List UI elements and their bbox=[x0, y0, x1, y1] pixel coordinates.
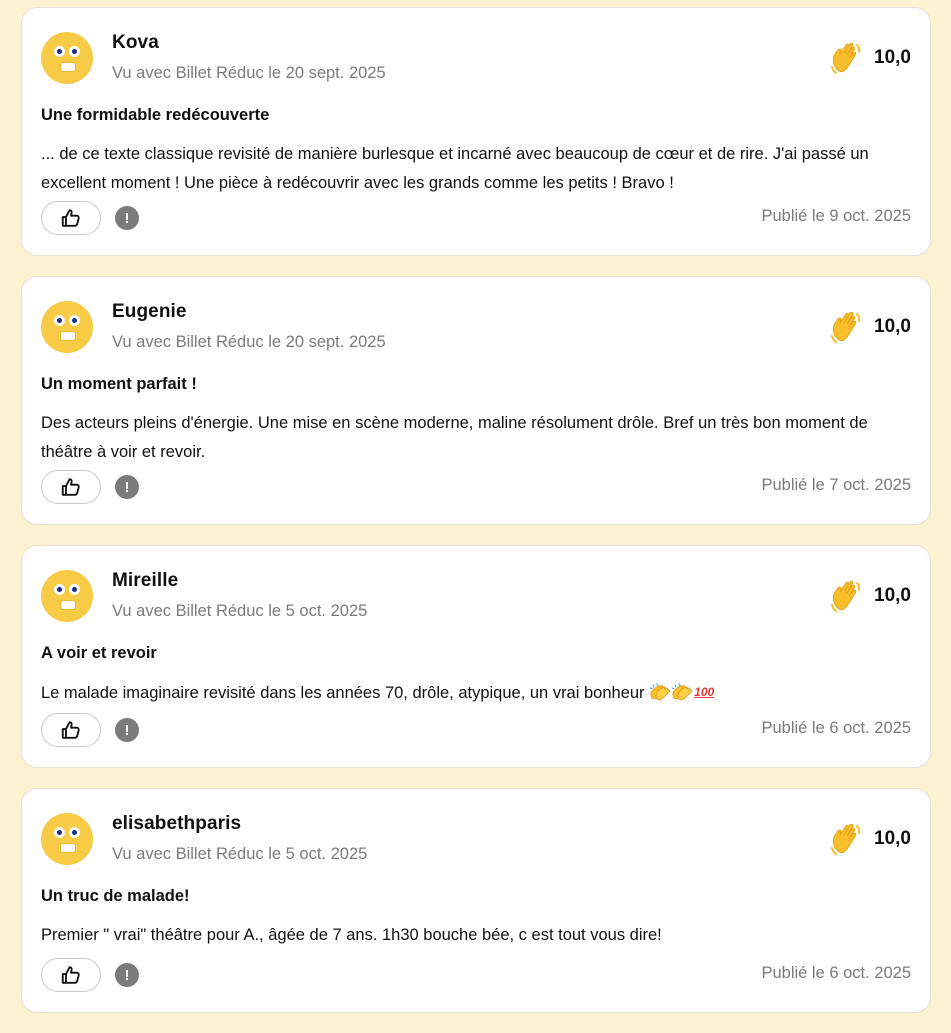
rating-value: 10,0 bbox=[874, 316, 911, 337]
review-card: Kova Vu avec Billet Réduc le 20 sept. 20… bbox=[21, 7, 931, 256]
waving-hand-icon bbox=[831, 580, 861, 612]
avatar-eye bbox=[69, 827, 80, 838]
review-card: elisabethparis Vu avec Billet Réduc le 5… bbox=[21, 788, 931, 1013]
waving-hand-icon bbox=[831, 311, 861, 343]
review-footer: ! Publié le 7 oct. 2025 bbox=[41, 470, 911, 506]
review-footer: ! Publié le 9 oct. 2025 bbox=[41, 201, 911, 237]
review-card: Eugenie Vu avec Billet Réduc le 20 sept.… bbox=[21, 276, 931, 525]
like-button[interactable] bbox=[41, 201, 101, 235]
rating: 10,0 bbox=[830, 578, 911, 614]
published-date: Publié le 6 oct. 2025 bbox=[761, 964, 911, 982]
avatar-eye bbox=[54, 46, 65, 57]
reviewer-name[interactable]: Mireille bbox=[112, 570, 178, 592]
report-button[interactable]: ! bbox=[115, 475, 139, 499]
published-date: Publié le 6 oct. 2025 bbox=[761, 719, 911, 737]
avatar-mouth bbox=[60, 600, 76, 610]
seen-with-date: Vu avec Billet Réduc le 20 sept. 2025 bbox=[112, 333, 386, 351]
like-button[interactable] bbox=[41, 958, 101, 992]
review-title: Une formidable redécouverte bbox=[41, 106, 270, 124]
avatar-eye bbox=[54, 584, 65, 595]
review-body-text: Le malade imaginaire revisité dans les a… bbox=[41, 684, 645, 702]
avatar bbox=[41, 570, 93, 622]
report-button[interactable]: ! bbox=[115, 718, 139, 742]
hundred-points-emoji: 100 bbox=[694, 685, 715, 699]
clapping-hands-emoji bbox=[671, 683, 693, 701]
avatar bbox=[41, 813, 93, 865]
rating: 10,0 bbox=[830, 821, 911, 857]
reviewer-name[interactable]: elisabethparis bbox=[112, 813, 241, 835]
review-card: Mireille Vu avec Billet Réduc le 5 oct. … bbox=[21, 545, 931, 768]
review-footer: ! Publié le 6 oct. 2025 bbox=[41, 713, 911, 749]
reviewer-name[interactable]: Eugenie bbox=[112, 301, 187, 323]
avatar bbox=[41, 301, 93, 353]
avatar-mouth bbox=[60, 62, 76, 72]
seen-with-date: Vu avec Billet Réduc le 20 sept. 2025 bbox=[112, 64, 386, 82]
like-button[interactable] bbox=[41, 470, 101, 504]
avatar bbox=[41, 32, 93, 84]
avatar-eye bbox=[54, 315, 65, 326]
seen-with-date: Vu avec Billet Réduc le 5 oct. 2025 bbox=[112, 602, 368, 620]
rating: 10,0 bbox=[830, 40, 911, 76]
review-body: Le malade imaginaire revisité dans les a… bbox=[41, 678, 911, 708]
published-date: Publié le 9 oct. 2025 bbox=[761, 207, 911, 225]
avatar-eye bbox=[69, 46, 80, 57]
review-body: Premier " vrai" théâtre pour A., âgée de… bbox=[41, 926, 662, 944]
thumbs-up-icon bbox=[61, 209, 80, 227]
thumbs-up-icon bbox=[61, 721, 80, 739]
reviews-list: Kova Vu avec Billet Réduc le 20 sept. 20… bbox=[21, 7, 931, 1033]
seen-with-date: Vu avec Billet Réduc le 5 oct. 2025 bbox=[112, 845, 368, 863]
reviewer-name[interactable]: Kova bbox=[112, 32, 159, 54]
rating-value: 10,0 bbox=[874, 47, 911, 68]
report-button[interactable]: ! bbox=[115, 206, 139, 230]
avatar-eye bbox=[54, 827, 65, 838]
published-date: Publié le 7 oct. 2025 bbox=[761, 476, 911, 494]
waving-hand-icon bbox=[831, 823, 861, 855]
like-button[interactable] bbox=[41, 713, 101, 747]
review-body: Des acteurs pleins d'énergie. Une mise e… bbox=[41, 414, 868, 461]
review-title: A voir et revoir bbox=[41, 644, 157, 662]
avatar-mouth bbox=[60, 843, 76, 853]
review-header: elisabethparis Vu avec Billet Réduc le 5… bbox=[41, 789, 911, 885]
review-title: Un truc de malade! bbox=[41, 887, 190, 905]
review-header: Kova Vu avec Billet Réduc le 20 sept. 20… bbox=[41, 8, 911, 104]
review-header: Mireille Vu avec Billet Réduc le 5 oct. … bbox=[41, 546, 911, 642]
avatar-mouth bbox=[60, 331, 76, 341]
thumbs-up-icon bbox=[61, 478, 80, 496]
review-body: ... de ce texte classique revisité de ma… bbox=[41, 145, 869, 192]
rating-value: 10,0 bbox=[874, 585, 911, 606]
review-title: Un moment parfait ! bbox=[41, 375, 197, 393]
report-button[interactable]: ! bbox=[115, 963, 139, 987]
avatar-eye bbox=[69, 584, 80, 595]
review-header: Eugenie Vu avec Billet Réduc le 20 sept.… bbox=[41, 277, 911, 373]
review-footer: ! Publié le 6 oct. 2025 bbox=[41, 958, 911, 994]
rating-value: 10,0 bbox=[874, 828, 911, 849]
thumbs-up-icon bbox=[61, 966, 80, 984]
rating: 10,0 bbox=[830, 309, 911, 345]
clapping-hands-emoji bbox=[649, 683, 671, 701]
avatar-eye bbox=[69, 315, 80, 326]
waving-hand-icon bbox=[831, 42, 861, 74]
